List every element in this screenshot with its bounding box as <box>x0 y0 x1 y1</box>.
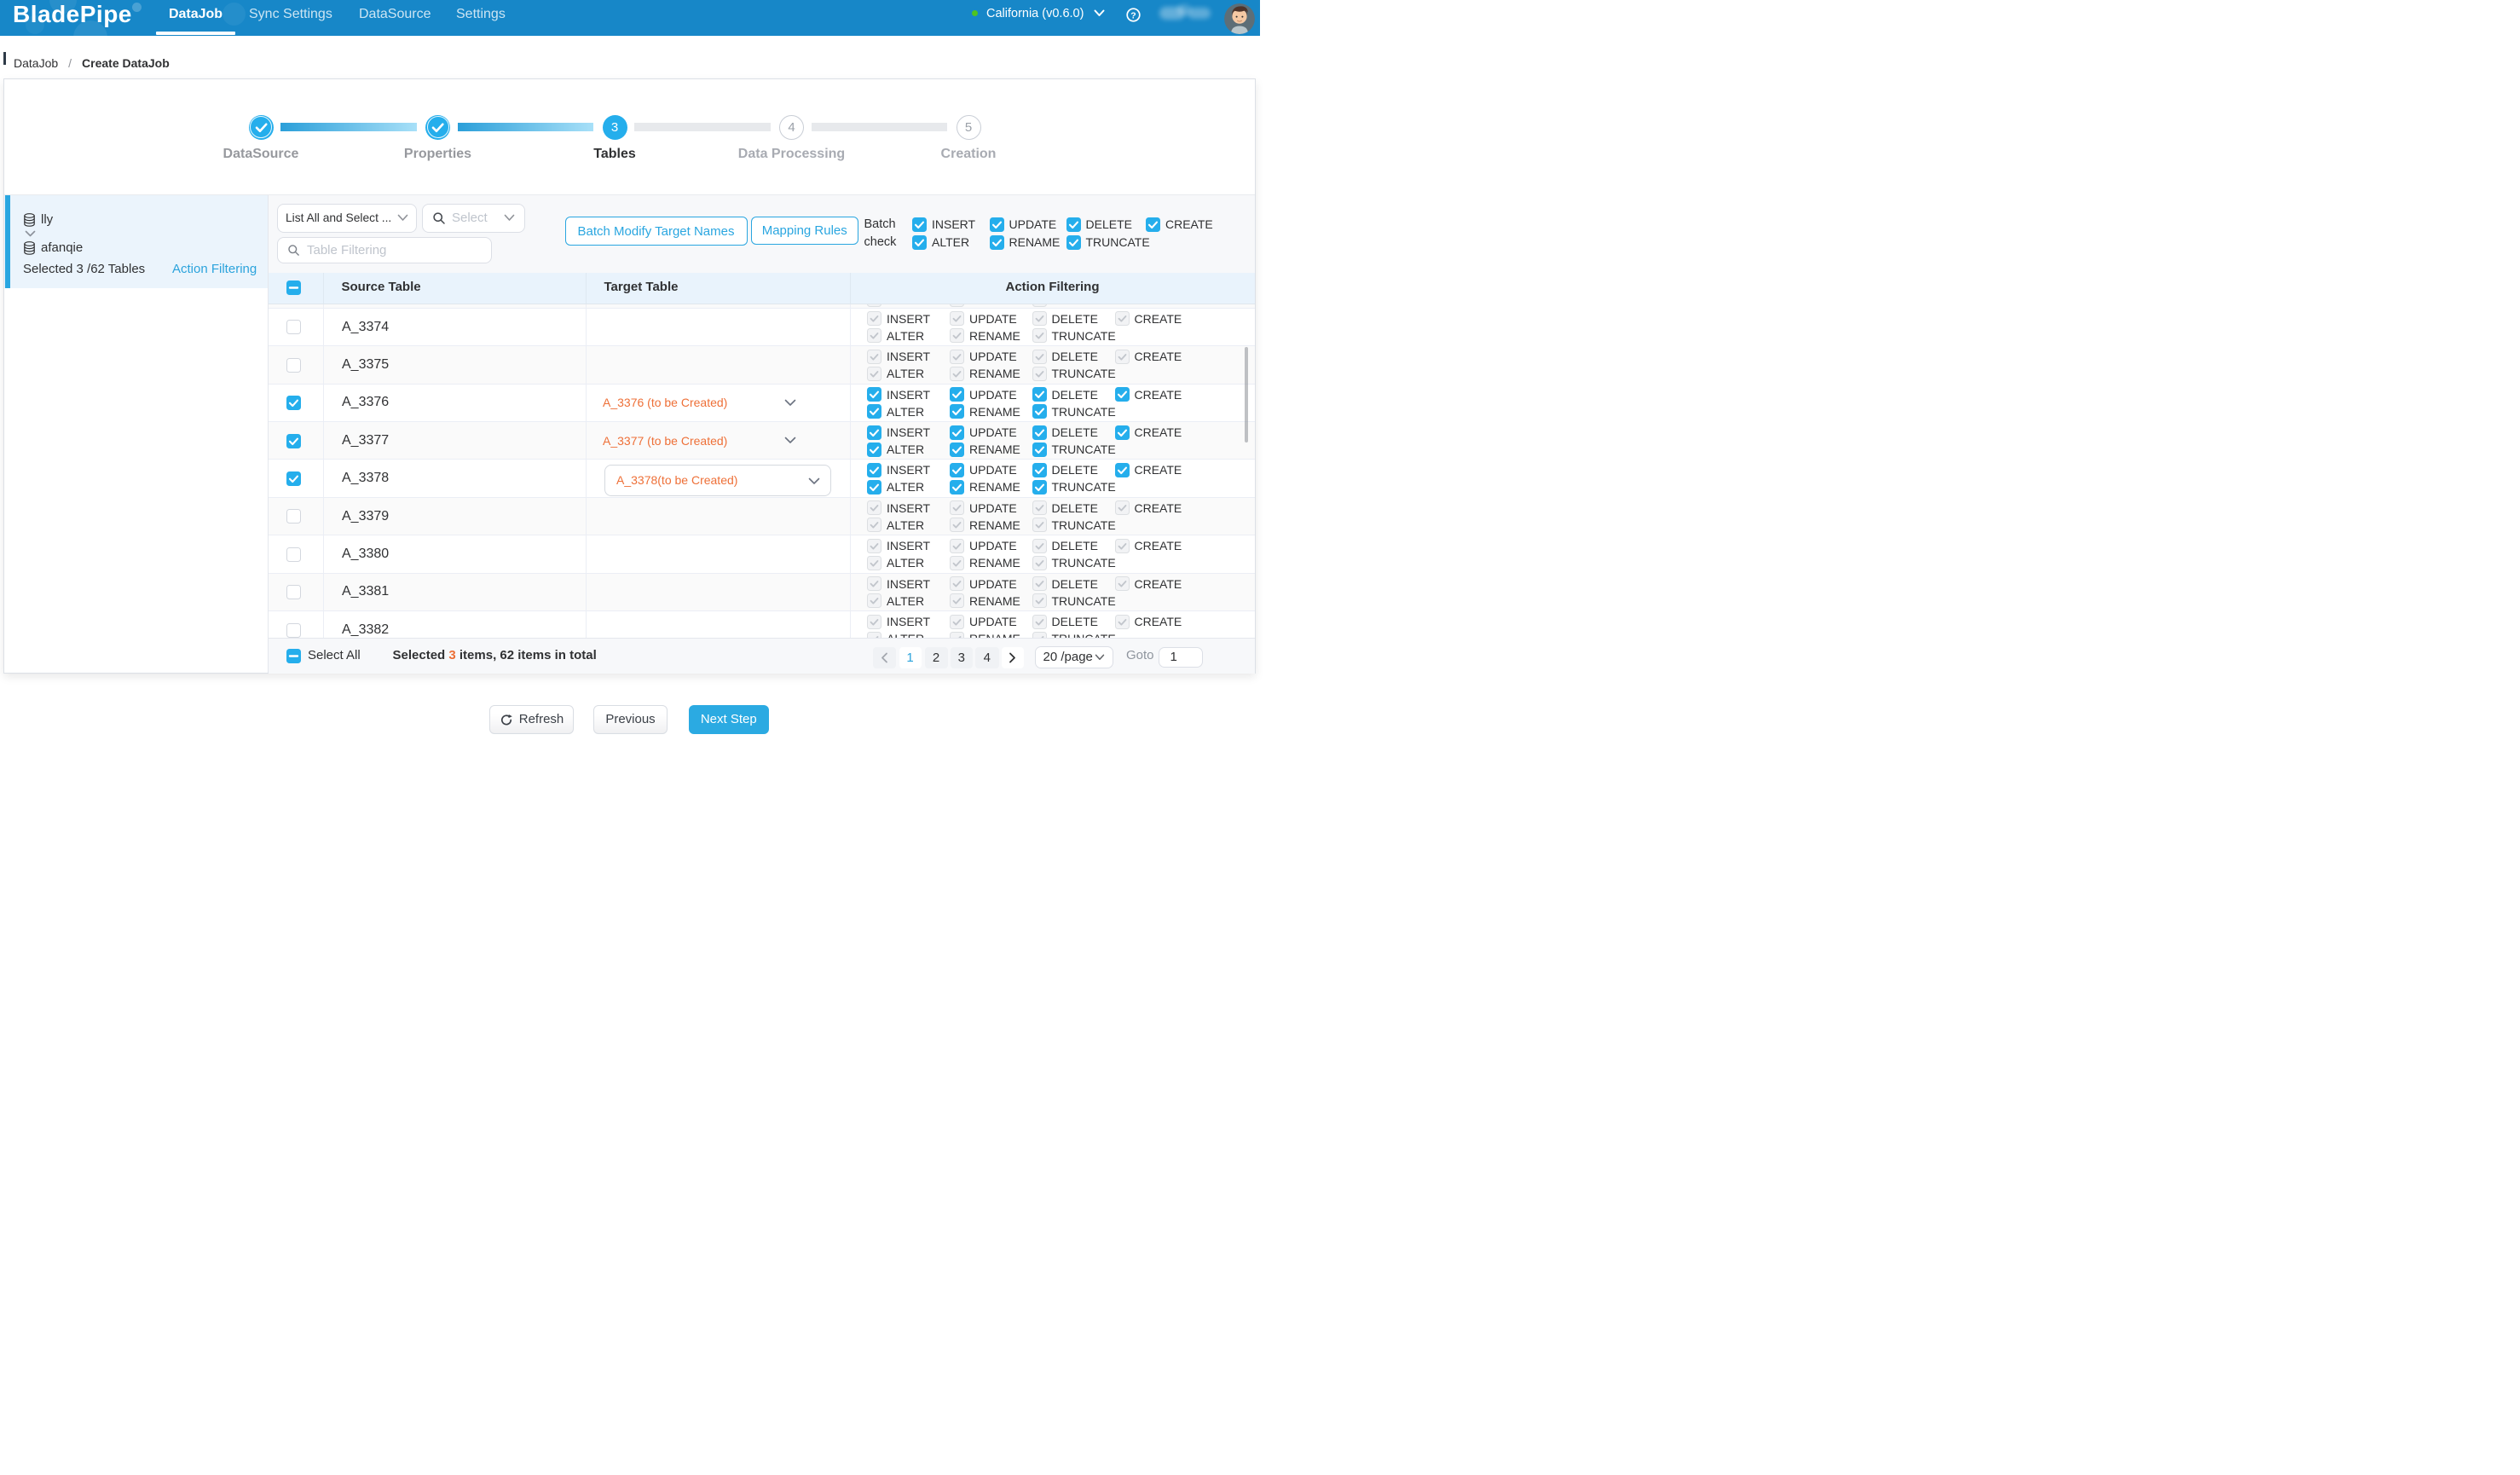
svg-text:?: ? <box>1130 10 1136 20</box>
